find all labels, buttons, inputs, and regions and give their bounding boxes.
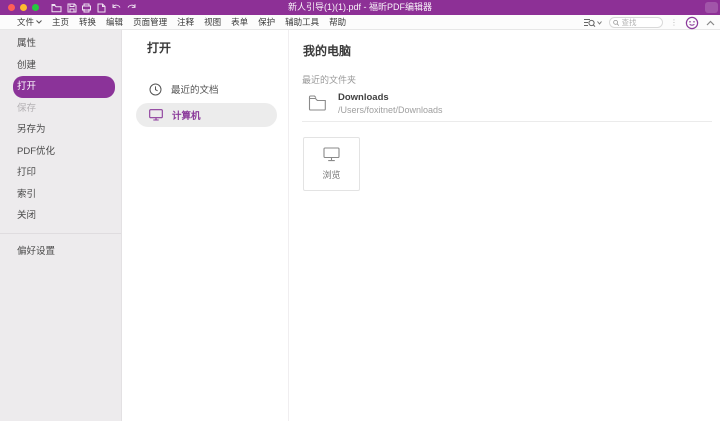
sidebar-item-create[interactable]: 创建 (13, 55, 115, 77)
save-icon (67, 3, 77, 13)
undo-arrow-icon (111, 3, 122, 12)
window-controls (8, 4, 39, 11)
clock-icon (149, 83, 162, 96)
backstage-view: 属性 创建 打开 保存 另存为 PDF优化 打印 索引 关闭 偏好设置 打开 最… (0, 30, 720, 421)
menu-convert[interactable]: 转换 (79, 16, 96, 28)
sidebar-item-properties[interactable]: 属性 (13, 33, 115, 55)
minimize-window-button[interactable] (20, 4, 27, 11)
save-file-button[interactable] (66, 2, 77, 13)
menu-edit[interactable]: 编辑 (106, 16, 123, 28)
sidebar-item-print[interactable]: 打印 (13, 162, 115, 184)
open-panel: 打开 最近的文档 计算机 (122, 30, 289, 421)
titlebar: 新人引导(1)(1).pdf - 福昕PDF编辑器 (0, 0, 720, 15)
recent-folders-label: 最近的文件夹 (302, 73, 720, 86)
close-window-button[interactable] (8, 4, 15, 11)
browse-button[interactable]: 浏览 (303, 137, 360, 191)
computer-label: 计算机 (172, 108, 201, 122)
new-document-button[interactable] (96, 2, 107, 13)
redo-arrow-icon (126, 3, 137, 12)
menu-file[interactable]: 文件 (17, 16, 42, 28)
computer-icon (149, 109, 163, 121)
recent-folder-item[interactable]: Downloads /Users/foxitnet/Downloads (308, 92, 712, 116)
my-computer-title: 我的电脑 (303, 42, 720, 59)
sidebar-item-index[interactable]: 索引 (13, 184, 115, 206)
recent-folder-path: /Users/foxitnet/Downloads (338, 104, 443, 116)
recent-folder-name: Downloads (338, 92, 443, 104)
more-options-button[interactable]: ⋮ (670, 19, 678, 27)
find-search-field[interactable] (609, 17, 663, 28)
recent-folders-divider (302, 121, 712, 122)
menu-comment[interactable]: 注释 (177, 16, 194, 28)
document-icon (97, 3, 106, 13)
recent-folder-info: Downloads /Users/foxitnet/Downloads (338, 92, 443, 116)
sidebar-item-open[interactable]: 打开 (13, 76, 115, 98)
quick-toolbar (51, 2, 137, 13)
search-input[interactable] (622, 18, 659, 27)
menu-protect[interactable]: 保护 (258, 16, 275, 28)
menu-view[interactable]: 视图 (204, 16, 221, 28)
menu-items: 文件 主页 转换 编辑 页面管理 注释 视图 表单 保护 辅助工具 帮助 (17, 16, 346, 28)
menubar: 文件 主页 转换 编辑 页面管理 注释 视图 表单 保护 辅助工具 帮助 (0, 15, 720, 30)
open-locations-list: 最近的文档 计算机 (122, 77, 288, 127)
chevron-down-icon (36, 20, 42, 24)
computer-item[interactable]: 计算机 (136, 103, 277, 127)
open-folder-icon (51, 3, 62, 13)
sidebar-item-save: 保存 (13, 98, 115, 120)
print-button[interactable] (81, 2, 92, 13)
menu-home[interactable]: 主页 (52, 16, 69, 28)
undo-button[interactable] (111, 2, 122, 13)
search-icon (613, 19, 620, 27)
file-sidebar: 属性 创建 打开 保存 另存为 PDF优化 打印 索引 关闭 偏好设置 (0, 30, 122, 421)
sidebar-item-save-as[interactable]: 另存为 (13, 119, 115, 141)
menu-help[interactable]: 帮助 (329, 16, 346, 28)
zoom-window-button[interactable] (32, 4, 39, 11)
recent-documents-label: 最近的文档 (171, 82, 219, 96)
titlebar-corner-button[interactable] (705, 2, 718, 13)
computer-icon (323, 147, 340, 162)
recent-documents-item[interactable]: 最近的文档 (136, 77, 277, 101)
sidebar-item-preferences[interactable]: 偏好设置 (13, 241, 115, 263)
menu-accessibility[interactable]: 辅助工具 (285, 16, 319, 28)
sidebar-item-close[interactable]: 关闭 (13, 205, 115, 227)
browse-label: 浏览 (322, 168, 340, 181)
my-computer-panel: 我的电脑 最近的文件夹 Downloads /Users/foxitnet/Do… (289, 30, 720, 421)
redo-button[interactable] (126, 2, 137, 13)
sidebar-divider (0, 233, 121, 234)
sidebar-item-pdf-optimize[interactable]: PDF优化 (13, 141, 115, 163)
account-avatar[interactable] (685, 16, 699, 30)
open-panel-title: 打开 (147, 39, 288, 56)
collapse-toolbar-button[interactable] (706, 20, 715, 26)
folder-icon (308, 94, 327, 111)
menu-form[interactable]: 表单 (231, 16, 248, 28)
search-settings-icon (583, 17, 596, 28)
menubar-right-cluster: ⋮ (583, 15, 715, 30)
advanced-search-button[interactable] (583, 17, 602, 28)
printer-icon (81, 3, 92, 13)
chevron-down-icon (597, 21, 602, 25)
menu-page-organize[interactable]: 页面管理 (133, 16, 167, 28)
open-file-button[interactable] (51, 2, 62, 13)
